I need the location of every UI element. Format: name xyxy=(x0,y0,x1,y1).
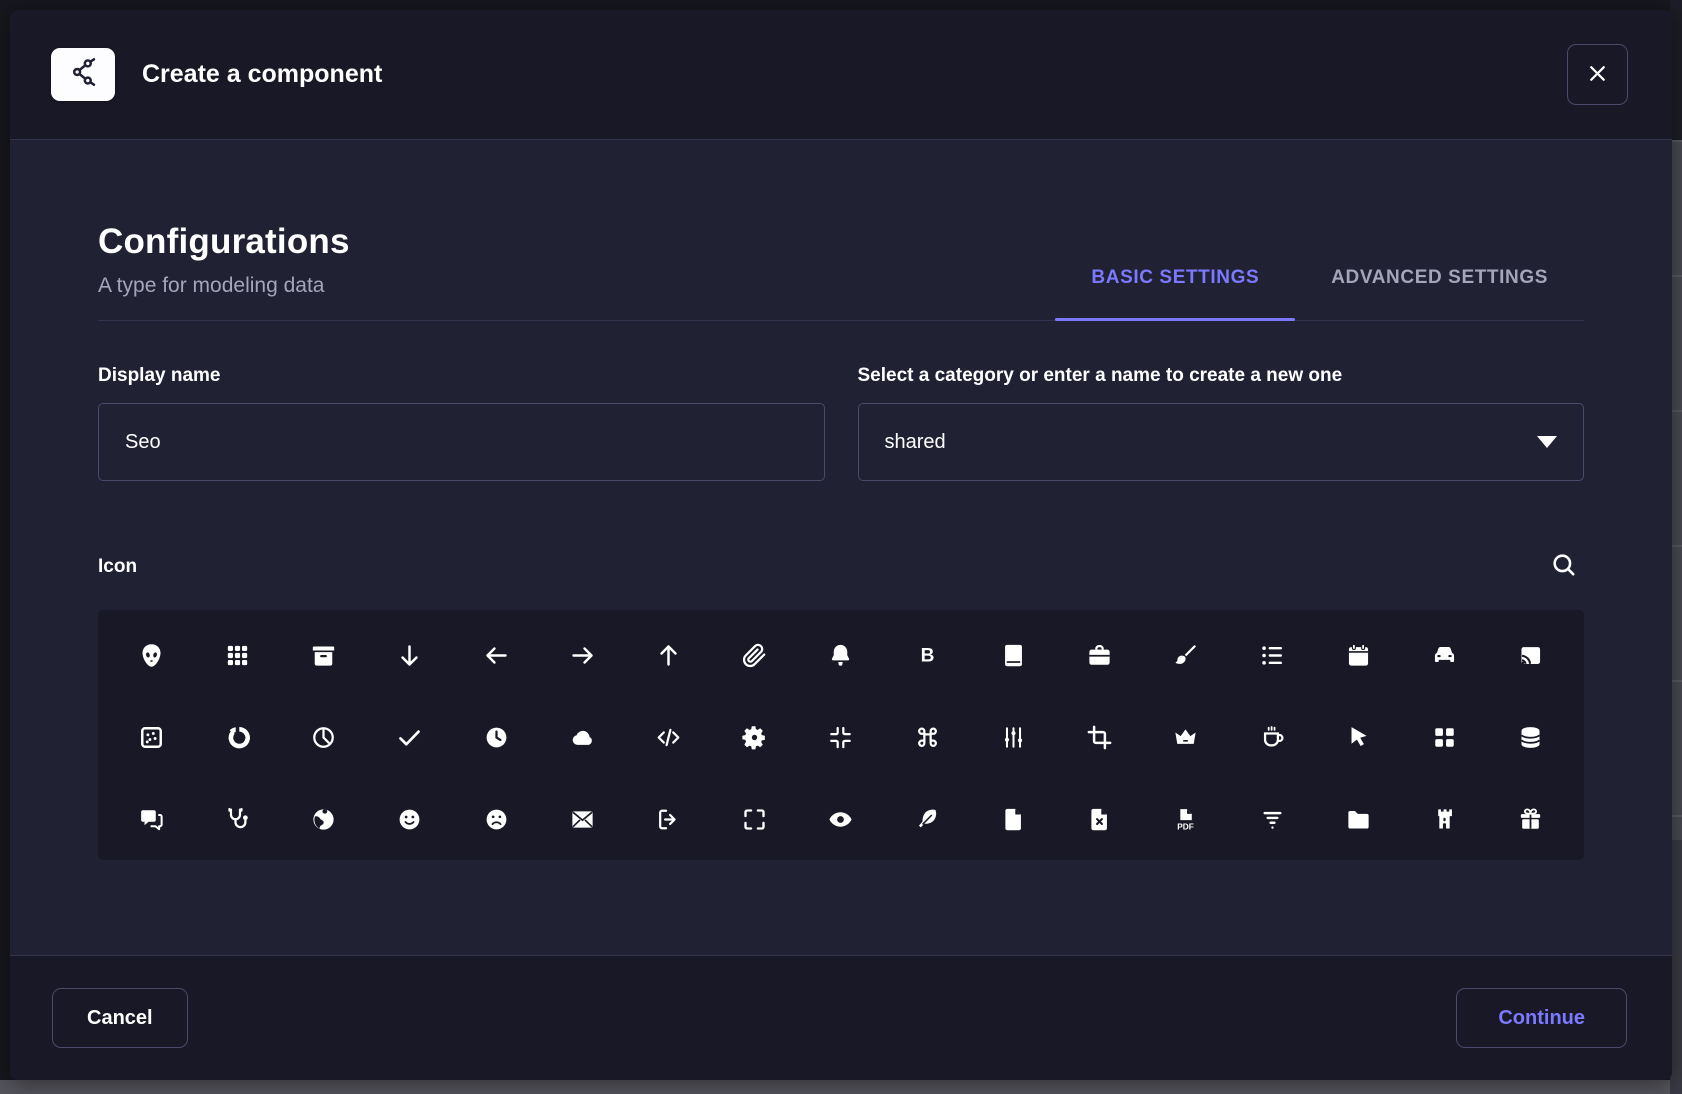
code-icon[interactable] xyxy=(641,709,697,765)
category-selected-value: shared xyxy=(885,431,946,454)
close-icon xyxy=(1585,61,1610,89)
envelope-icon[interactable] xyxy=(554,791,610,847)
display-name-label: Display name xyxy=(98,365,825,387)
bullet-list-icon[interactable] xyxy=(1244,627,1300,683)
feather-icon[interactable] xyxy=(899,791,955,847)
crop-icon[interactable] xyxy=(1072,709,1128,765)
doctor-icon[interactable] xyxy=(209,791,265,847)
continue-button[interactable]: Continue xyxy=(1456,988,1627,1048)
tab-advanced-settings[interactable]: ADVANCED SETTINGS xyxy=(1295,267,1584,321)
category-field-group: Select a category or enter a name to cre… xyxy=(858,365,1585,481)
earth-icon[interactable] xyxy=(296,791,352,847)
category-select[interactable]: shared xyxy=(858,403,1585,481)
file-pdf-icon[interactable]: PDF xyxy=(1158,791,1214,847)
icon-section-label: Icon xyxy=(98,556,137,578)
dashboard-icon[interactable] xyxy=(1417,709,1473,765)
brush-icon[interactable] xyxy=(1158,627,1214,683)
cup-icon[interactable] xyxy=(1244,709,1300,765)
arrow-down-icon[interactable] xyxy=(382,627,438,683)
emotion-happy-icon[interactable] xyxy=(382,791,438,847)
archive-icon[interactable] xyxy=(296,627,352,683)
apps-icon[interactable] xyxy=(209,627,265,683)
command-icon[interactable] xyxy=(899,709,955,765)
file-icon[interactable] xyxy=(985,791,1041,847)
chevron-down-icon xyxy=(1537,436,1557,448)
display-name-input[interactable] xyxy=(98,403,825,481)
create-component-modal: Create a component Configurations A type… xyxy=(10,10,1672,1080)
collapse-icon[interactable] xyxy=(813,709,869,765)
database-icon[interactable] xyxy=(1503,709,1559,765)
cancel-button[interactable]: Cancel xyxy=(52,988,188,1048)
search-icon xyxy=(1550,551,1578,582)
bold-icon[interactable]: B xyxy=(899,627,955,683)
chart-bubble-icon[interactable] xyxy=(123,709,179,765)
car-icon[interactable] xyxy=(1417,627,1473,683)
icon-search-button[interactable] xyxy=(1544,551,1584,582)
emotion-unhappy-icon[interactable] xyxy=(468,791,524,847)
sliders-icon[interactable] xyxy=(985,709,1041,765)
chart-circle-icon[interactable] xyxy=(209,709,265,765)
briefcase-icon[interactable] xyxy=(1072,627,1128,683)
expand-icon[interactable] xyxy=(727,791,783,847)
component-icon xyxy=(67,56,99,93)
section-header: Configurations A type for modeling data … xyxy=(98,222,1584,321)
modal-body: Configurations A type for modeling data … xyxy=(10,140,1672,955)
svg-text:B: B xyxy=(920,645,934,666)
alien-icon[interactable] xyxy=(123,627,179,683)
section-title: Configurations xyxy=(98,222,1584,262)
form-row: Display name Select a category or enter … xyxy=(98,365,1584,481)
gift-icon[interactable] xyxy=(1503,791,1559,847)
chart-pie-icon[interactable] xyxy=(296,709,352,765)
cog-icon[interactable] xyxy=(727,709,783,765)
book-icon[interactable] xyxy=(985,627,1041,683)
folder-icon[interactable] xyxy=(1330,791,1386,847)
filter-icon[interactable] xyxy=(1244,791,1300,847)
check-icon[interactable] xyxy=(382,709,438,765)
bell-icon[interactable] xyxy=(813,627,869,683)
discuss-icon[interactable] xyxy=(123,791,179,847)
modal-footer: Cancel Continue xyxy=(10,955,1672,1080)
clock-icon[interactable] xyxy=(468,709,524,765)
arrow-left-icon[interactable] xyxy=(468,627,524,683)
fort-icon[interactable] xyxy=(1417,791,1473,847)
crown-icon[interactable] xyxy=(1158,709,1214,765)
modal-header: Create a component xyxy=(10,10,1672,140)
arrow-up-icon[interactable] xyxy=(641,627,697,683)
display-name-field-group: Display name xyxy=(98,365,825,481)
icon-grid: B PDF xyxy=(98,610,1584,860)
calendar-icon[interactable] xyxy=(1330,627,1386,683)
cast-icon[interactable] xyxy=(1503,627,1559,683)
category-label: Select a category or enter a name to cre… xyxy=(858,365,1585,387)
tab-basic-settings[interactable]: BASIC SETTINGS xyxy=(1055,267,1295,321)
arrow-right-icon[interactable] xyxy=(554,627,610,683)
file-error-icon[interactable] xyxy=(1072,791,1128,847)
settings-tabs: BASIC SETTINGS ADVANCED SETTINGS xyxy=(1055,267,1584,321)
cloud-icon[interactable] xyxy=(554,709,610,765)
exit-icon[interactable] xyxy=(641,791,697,847)
attachment-icon[interactable] xyxy=(727,627,783,683)
modal-title: Create a component xyxy=(142,60,1567,89)
page-behind-modal-bottom xyxy=(0,1080,1682,1094)
close-button[interactable] xyxy=(1567,44,1628,105)
cursor-icon[interactable] xyxy=(1330,709,1386,765)
eye-icon[interactable] xyxy=(813,791,869,847)
icon-section-header: Icon xyxy=(98,551,1584,582)
svg-text:PDF: PDF xyxy=(1178,821,1195,831)
component-badge xyxy=(51,48,115,101)
